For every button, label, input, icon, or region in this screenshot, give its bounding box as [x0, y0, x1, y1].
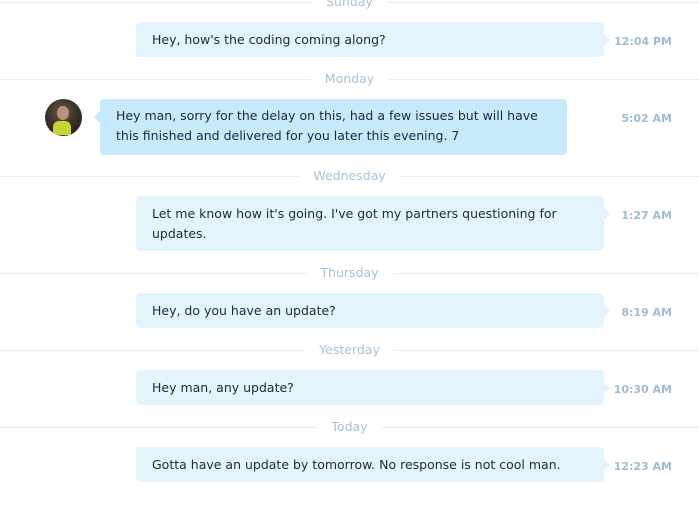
message-timestamp: 1:27 AM	[621, 209, 672, 222]
message-timestamp: 5:02 AM	[621, 112, 672, 125]
day-label: Wednesday	[299, 168, 400, 183]
message-bubble[interactable]: Hey, do you have an update?	[136, 293, 610, 328]
message-text: Gotta have an update by tomorrow. No res…	[152, 457, 561, 472]
day-label: Sunday	[312, 0, 387, 9]
message-bubble[interactable]: Gotta have an update by tomorrow. No res…	[136, 447, 610, 482]
message-text: Let me know how it's going. I've got my …	[152, 206, 557, 241]
message-text: Hey man, sorry for the delay on this, ha…	[116, 108, 538, 143]
day-separator-yesterday: Yesterday	[0, 340, 699, 360]
message-bubble[interactable]: Hey man, any update?	[136, 370, 610, 405]
avatar-shirt	[53, 121, 71, 135]
day-separator-sunday: Sunday	[0, 0, 699, 12]
day-separator-thursday: Thursday	[0, 263, 699, 283]
avatar-face	[57, 106, 69, 120]
message-text: Hey, how's the coding coming along?	[152, 32, 386, 47]
message-bubble-incoming[interactable]: Hey man, sorry for the delay on this, ha…	[94, 99, 567, 155]
message-bubble[interactable]: Hey, how's the coding coming along?	[136, 22, 610, 57]
day-separator-today: Today	[0, 417, 699, 437]
message-timestamp: 8:19 AM	[621, 306, 672, 319]
day-label: Today	[317, 419, 382, 434]
day-separator-monday: Monday	[0, 69, 699, 89]
message-bubble[interactable]: Let me know how it's going. I've got my …	[136, 196, 610, 251]
day-label: Yesterday	[305, 342, 394, 357]
day-label: Thursday	[306, 265, 393, 280]
contact-avatar[interactable]	[45, 99, 82, 136]
message-timestamp: 12:04 PM	[614, 35, 672, 48]
message-timestamp: 10:30 AM	[613, 383, 672, 396]
day-label: Monday	[310, 71, 389, 86]
day-separator-wednesday: Wednesday	[0, 166, 699, 186]
message-text: Hey, do you have an update?	[152, 303, 336, 318]
chat-history: Sunday Hey, how's the coding coming alon…	[0, 0, 699, 507]
message-timestamp: 12:23 AM	[613, 460, 672, 473]
message-text: Hey man, any update?	[152, 380, 294, 395]
